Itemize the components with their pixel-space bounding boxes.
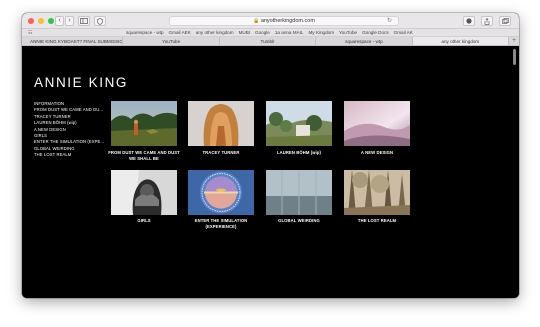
address-bar[interactable]: 🔒 anyotherkingdom.com ↻ bbox=[169, 16, 399, 26]
work-thumbnail-6[interactable] bbox=[188, 170, 254, 215]
browser-tab[interactable]: YouTube bbox=[123, 37, 220, 45]
site-title[interactable]: ANNIE KING bbox=[34, 75, 128, 90]
portrait-photo bbox=[188, 101, 254, 146]
bookmark-item[interactable]: squarespace - wtp bbox=[126, 29, 164, 37]
scrollbar-thumb[interactable] bbox=[513, 49, 516, 65]
caption-line: WE SHALL BE bbox=[129, 156, 159, 162]
work-caption-4[interactable]: A NEW DESIGN bbox=[327, 150, 427, 156]
forest-photo bbox=[344, 170, 410, 215]
tabs-icon bbox=[501, 18, 509, 24]
work-thumbnail-1[interactable] bbox=[111, 101, 177, 146]
site-nav-item[interactable]: FROM DUST WE CAME AND DU... bbox=[34, 107, 104, 113]
bookmark-item[interactable]: My Kingdom bbox=[308, 29, 334, 37]
bookmark-item[interactable]: YouTube bbox=[339, 29, 357, 37]
share-button[interactable] bbox=[481, 16, 493, 26]
caption-line: A NEW DESIGN bbox=[360, 150, 394, 155]
work-caption-8[interactable]: THE LOST REALM bbox=[327, 218, 427, 224]
window-controls bbox=[28, 18, 54, 24]
sidebar-toggle-button[interactable] bbox=[78, 16, 90, 26]
extension-button[interactable] bbox=[463, 16, 475, 26]
browser-toolbar: ‹ › 🔒 anyotherkingdom.com ↻ bbox=[22, 13, 519, 29]
close-window-button[interactable] bbox=[28, 18, 34, 24]
bookmark-item[interactable]: 1a anna MAIL bbox=[275, 29, 304, 37]
grid-icon[interactable]: ☷ bbox=[28, 30, 32, 36]
lock-icon: 🔒 bbox=[253, 18, 260, 24]
shield-icon bbox=[97, 18, 103, 25]
minimize-window-button[interactable] bbox=[38, 18, 44, 24]
bookmark-item[interactable]: Google Docs bbox=[362, 29, 389, 37]
work-thumbnail-4[interactable] bbox=[344, 101, 410, 146]
abstract-photo bbox=[344, 101, 410, 146]
reload-icon[interactable]: ↻ bbox=[387, 17, 392, 25]
new-tab-button[interactable]: + bbox=[509, 37, 519, 45]
bookmark-list: squarespace - wtp Gmail AEK any other king… bbox=[126, 29, 413, 37]
tab-overview-button[interactable] bbox=[499, 16, 511, 26]
browser-tab[interactable]: squarespace - wtp bbox=[316, 37, 413, 45]
garden-photo bbox=[266, 101, 332, 146]
tab-bar: ANNIE KING KYBOAST? FINAL SUBMISSIO... Yo… bbox=[22, 37, 519, 46]
privacy-report-button[interactable] bbox=[94, 16, 106, 26]
work-thumbnail-8[interactable] bbox=[344, 170, 410, 215]
url-text: anyotherkingdom.com bbox=[260, 18, 315, 24]
chevron-right-icon: › bbox=[68, 17, 71, 24]
browser-tab[interactable]: Tumblr bbox=[220, 37, 317, 45]
work-thumbnail-3[interactable] bbox=[266, 101, 332, 146]
caption-line: (EXPERIENCE) bbox=[205, 224, 237, 230]
bookmark-item[interactable]: Google bbox=[255, 29, 270, 37]
back-button[interactable]: ‹ bbox=[55, 16, 64, 26]
site-nav-item[interactable]: ENTER THE SIMULATION (EXPE... bbox=[34, 139, 104, 145]
bookmarks-bar: ☷ squarespace - wtp Gmail AEK any other ki… bbox=[22, 29, 519, 37]
chevron-left-icon: ‹ bbox=[58, 17, 61, 24]
browser-window: ‹ › 🔒 anyotherkingdom.com ↻ ☷ squarespac… bbox=[22, 13, 519, 298]
bookmark-item[interactable]: any other kingdom bbox=[196, 29, 234, 37]
browser-tab[interactable]: any other kingdom bbox=[412, 37, 510, 45]
caption-line: THE LOST REALM bbox=[357, 218, 397, 223]
bw-portrait-photo bbox=[111, 170, 177, 215]
share-icon bbox=[484, 17, 490, 25]
window-photo bbox=[266, 170, 332, 215]
zoom-window-button[interactable] bbox=[48, 18, 54, 24]
work-thumbnail-5[interactable] bbox=[111, 170, 177, 215]
bookmark-item[interactable]: Gmail AK bbox=[394, 29, 413, 37]
extension-icon bbox=[466, 18, 472, 24]
circular-artwork bbox=[188, 170, 254, 215]
landscape-photo bbox=[111, 101, 177, 146]
web-page: ANNIE KING INFORMATION FROM DUST WE CAME … bbox=[22, 46, 519, 298]
bookmark-item[interactable]: MUBI bbox=[239, 29, 250, 37]
forward-button[interactable]: › bbox=[65, 16, 74, 26]
bookmark-item[interactable]: Gmail AEK bbox=[169, 29, 191, 37]
work-thumbnail-7[interactable] bbox=[266, 170, 332, 215]
browser-tab[interactable]: ANNIE KING KYBOAST? FINAL SUBMISSIO... bbox=[22, 37, 124, 45]
sidebar-icon bbox=[80, 18, 88, 24]
work-thumbnail-2[interactable] bbox=[188, 101, 254, 146]
